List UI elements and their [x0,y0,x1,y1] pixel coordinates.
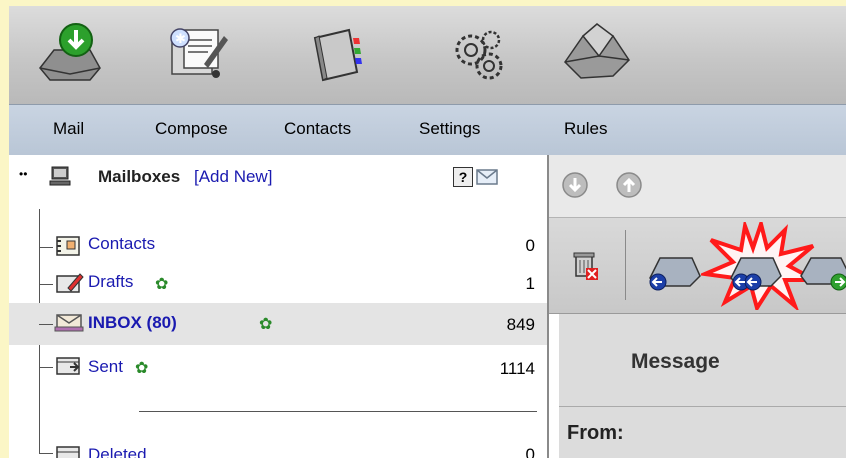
mailboxes-title: Mailboxes [98,167,181,186]
tree-collapse-icon[interactable]: •• [19,167,27,181]
message-header-area: Message From: [559,314,846,458]
folder-name[interactable]: Deleted [88,445,147,458]
folder-name[interactable]: INBOX (80) [88,313,177,333]
next-message-icon[interactable] [561,171,589,199]
toolbar-labels: Mail Compose Contacts Settings Rules [9,104,846,156]
forward-icon[interactable] [797,244,846,294]
reply-all-icon[interactable] [723,244,793,294]
contacts-button[interactable]: Contacts [284,119,351,139]
mailbox-pane: •• Mailboxes [Add New] ? Contacts 0 Draf… [9,155,549,458]
from-label: From: [567,422,624,444]
folder-name[interactable]: Drafts [88,272,133,292]
svg-text:✱: ✱ [175,32,186,47]
inbox-icon [54,314,84,332]
previous-message-icon[interactable] [615,171,643,199]
envelope-icon[interactable] [475,167,499,187]
folder-count: 1114 [499,359,535,378]
rules-funnel-icon[interactable] [555,16,630,98]
folder-row-contacts[interactable]: Contacts 0 [9,227,547,267]
message-nav-bar [549,155,846,218]
mailboxes-header: •• Mailboxes [Add New] ? [9,155,547,199]
folder-count: 0 [525,236,535,255]
trash-folder-icon [56,446,80,458]
message-actions [549,218,846,314]
folder-name[interactable]: Contacts [88,234,155,254]
address-book-icon[interactable] [303,16,373,98]
folder-row-inbox[interactable]: INBOX (80) ✿ 849 [9,303,547,345]
settings-button[interactable]: Settings [419,119,480,139]
compose-button[interactable]: Compose [155,119,228,139]
gear-icon[interactable]: ✿ [135,358,148,378]
compose-icon[interactable]: ✱ [164,16,234,98]
message-title: Message [631,350,720,373]
help-icon[interactable]: ? [453,167,473,187]
add-new-link[interactable]: [Add New] [194,167,272,187]
folder-row-sent[interactable]: Sent ✿ 1114 [9,345,547,385]
sent-icon [56,357,80,375]
separator [559,406,846,407]
folder-row-drafts[interactable]: Drafts ✿ 1 [9,262,547,302]
separator [139,411,537,412]
toolbar: ✱ [9,6,846,104]
drafts-icon [56,273,84,293]
rules-button[interactable]: Rules [564,119,607,139]
mail-app-window: ✱ Mail Compose Contacts Settings Rules •… [9,6,846,458]
folder-row-deleted[interactable]: Deleted 0 [9,435,547,458]
gear-icon[interactable]: ✿ [155,274,168,294]
folder-count: 849 [506,315,535,334]
gear-icon[interactable]: ✿ [259,314,272,334]
mail-get-icon[interactable] [34,16,104,98]
mail-button[interactable]: Mail [53,119,84,139]
message-pane: Message From: [549,155,846,458]
folder-count: 0 [525,445,535,458]
toolbar-divider [625,230,626,300]
settings-gears-icon[interactable] [445,16,515,98]
computer-icon [49,166,71,186]
delete-trash-icon[interactable] [571,248,601,282]
folder-count: 1 [525,274,535,293]
folder-name[interactable]: Sent [88,357,123,377]
contacts-card-icon [56,236,80,256]
